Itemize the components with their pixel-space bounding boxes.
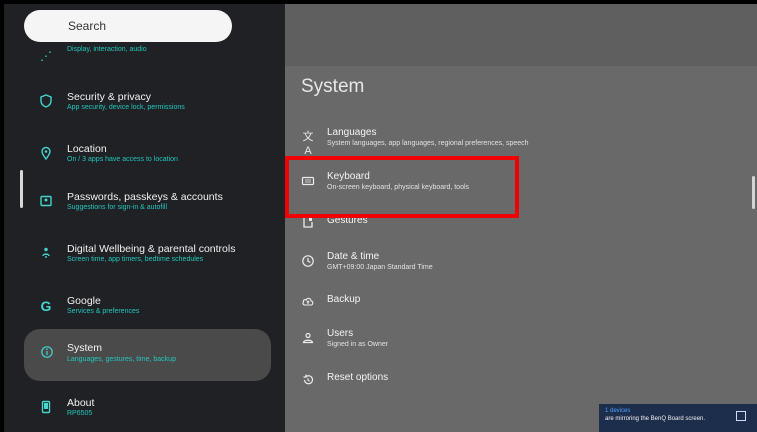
search-placeholder: Search [68, 19, 107, 33]
sidebar-item-subtitle: Services & preferences [67, 308, 140, 315]
sidebar-item-subtitle: On / 3 apps have access to location [67, 156, 178, 163]
mirroring-count: 1 devices [605, 408, 631, 414]
sidebar-item-title: Security & privacy [67, 91, 152, 103]
screen-frame: Search ⋰ Display, interaction, audio Sec… [4, 4, 757, 432]
sidebar-item-subtitle: Display, interaction, audio [67, 46, 147, 53]
page-title: System [301, 76, 365, 97]
sidebar-item-about[interactable]: About RP6505 [4, 392, 285, 432]
sidebar-item-system[interactable]: System Languages, gestures, time, backup [24, 329, 271, 381]
info-icon [39, 345, 55, 361]
panel-scrollbar[interactable] [752, 176, 755, 209]
system-settings-panel: System 文A Languages System languages, ap… [285, 4, 757, 432]
sidebar-item-subtitle: Screen time, app timers, bedtime schedul… [67, 256, 204, 263]
sidebar-item-location[interactable]: Location On / 3 apps have access to loca… [4, 138, 285, 182]
setting-title: Users [327, 328, 354, 339]
sidebar-item-subtitle: RP6505 [67, 410, 93, 417]
setting-title: Reset options [327, 372, 389, 383]
sidebar-item-google[interactable]: G Google Services & preferences [4, 290, 285, 334]
search-bar[interactable]: Search [24, 10, 232, 42]
sidebar-item-title: Google [67, 295, 101, 307]
display-icon: ⋰ [40, 49, 52, 63]
sidebar-item-subtitle: Languages, gestures, time, backup [67, 356, 176, 363]
location-pin-icon [38, 146, 54, 162]
highlight-box [285, 156, 519, 218]
reset-icon [301, 373, 315, 387]
clock-icon [301, 254, 315, 268]
sidebar-item-digital-wellbeing[interactable]: Digital Wellbeing & parental controls Sc… [4, 238, 285, 282]
setting-subtitle: System languages, app languages, regiona… [327, 140, 529, 147]
setting-row-date-time[interactable]: Date & time GMT+09:00 Japan Standard Tim… [285, 247, 757, 287]
sidebar-item-security-privacy[interactable]: Security & privacy App security, device … [4, 86, 285, 130]
backup-icon [301, 295, 315, 309]
setting-title: Languages [327, 127, 377, 138]
shield-icon [38, 94, 54, 110]
device-icon [38, 400, 54, 416]
mirroring-notification[interactable]: 1 devices are mirroring the BenQ Board s… [599, 404, 757, 432]
sidebar-scrollbar[interactable] [20, 170, 23, 208]
sidebar-item-subtitle: Suggestions for sign-in & autofill [67, 204, 167, 211]
users-icon [301, 331, 315, 345]
setting-row-reset-options[interactable]: Reset options [285, 366, 757, 406]
panel-header-area [285, 4, 757, 66]
setting-title: Date & time [327, 251, 380, 262]
sidebar-item-title: Passwords, passkeys & accounts [67, 191, 223, 203]
sidebar-item-passwords-accounts[interactable]: Passwords, passkeys & accounts Suggestio… [4, 186, 285, 230]
settings-sidebar: Search ⋰ Display, interaction, audio Sec… [4, 4, 285, 432]
mirroring-message: are mirroring the BenQ Board screen. [605, 416, 706, 422]
gesture-icon [301, 216, 315, 230]
sidebar-item-title: Digital Wellbeing & parental controls [67, 243, 236, 255]
sidebar-item-title: Location [67, 143, 107, 155]
setting-subtitle: Signed in as Owner [327, 341, 389, 348]
setting-subtitle: GMT+09:00 Japan Standard Time [327, 264, 433, 271]
translate-icon: 文A [302, 131, 314, 157]
wellbeing-icon [38, 246, 54, 262]
sidebar-item-display[interactable]: ⋰ Display, interaction, audio [4, 40, 285, 84]
sidebar-item-title: System [67, 342, 103, 354]
sidebar-item-subtitle: App security, device lock, permissions [67, 104, 185, 111]
cast-icon[interactable] [736, 411, 746, 421]
setting-row-backup[interactable]: Backup [285, 288, 757, 328]
setting-title: Backup [327, 294, 361, 305]
sidebar-item-title: About [67, 397, 95, 409]
google-icon: G [40, 298, 52, 314]
setting-row-users[interactable]: Users Signed in as Owner [285, 324, 757, 364]
account-card-icon [38, 194, 54, 210]
